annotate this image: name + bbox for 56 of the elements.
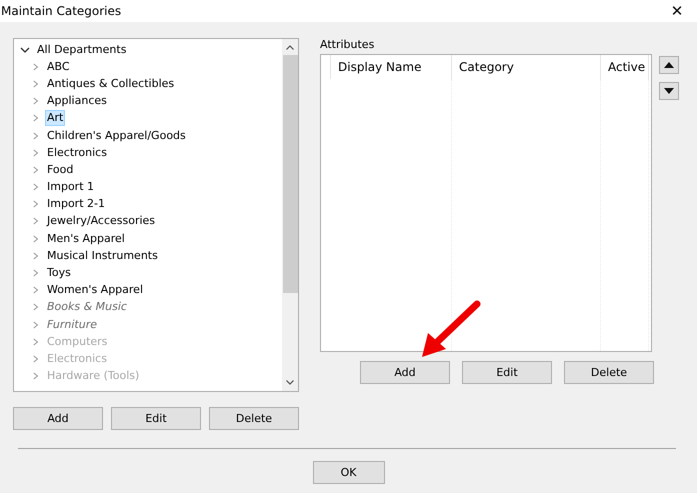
tree-item[interactable]: Import 2-1 bbox=[45, 196, 107, 212]
tree-item[interactable]: Appliances bbox=[45, 93, 109, 110]
delete-button[interactable]: Delete bbox=[564, 361, 654, 384]
chevron-down-icon[interactable] bbox=[20, 46, 30, 53]
tree-item[interactable]: Food bbox=[45, 162, 76, 178]
chevron-right-icon[interactable] bbox=[33, 285, 39, 296]
tree-item[interactable]: Musical Instruments bbox=[45, 248, 160, 264]
edit-button[interactable]: Edit bbox=[111, 407, 201, 430]
add-button[interactable]: Add bbox=[360, 361, 450, 384]
tree-item[interactable]: Import 1 bbox=[45, 179, 96, 196]
chevron-right-icon[interactable] bbox=[33, 62, 39, 72]
scroll-down-icon[interactable] bbox=[286, 380, 294, 385]
column-header[interactable]: Active bbox=[601, 55, 649, 79]
column-header[interactable]: Category bbox=[452, 55, 601, 79]
column-header[interactable]: Display Name bbox=[331, 55, 452, 79]
chevron-right-icon[interactable] bbox=[33, 113, 39, 124]
tree-item[interactable]: Toys bbox=[45, 265, 73, 282]
chevron-right-icon[interactable] bbox=[33, 130, 39, 141]
tree-item[interactable]: Electronics bbox=[45, 144, 109, 161]
ok-button[interactable]: OK bbox=[312, 461, 384, 484]
move-down-button[interactable] bbox=[659, 82, 679, 100]
chevron-right-icon[interactable] bbox=[33, 199, 39, 210]
chevron-right-icon[interactable] bbox=[33, 336, 39, 347]
chevron-right-icon[interactable] bbox=[33, 148, 39, 158]
chevron-right-icon[interactable] bbox=[33, 182, 39, 192]
tree-item[interactable]: All Departments bbox=[35, 42, 128, 58]
edit-button[interactable]: Edit bbox=[462, 361, 552, 384]
triangle-up-icon bbox=[664, 62, 674, 68]
chevron-right-icon[interactable] bbox=[33, 354, 39, 364]
add-button[interactable]: Add bbox=[13, 407, 103, 430]
scrollbar-thumb[interactable] bbox=[282, 55, 298, 293]
chevron-right-icon[interactable] bbox=[33, 250, 39, 261]
attributes-label: Attributes bbox=[320, 38, 376, 53]
chevron-right-icon[interactable] bbox=[33, 268, 39, 278]
triangle-down-icon bbox=[664, 88, 674, 94]
tree-item[interactable]: Men's Apparel bbox=[45, 230, 127, 247]
chevron-right-icon[interactable] bbox=[33, 371, 39, 382]
chevron-right-icon[interactable] bbox=[33, 302, 39, 312]
delete-button[interactable]: Delete bbox=[209, 407, 299, 430]
close-button[interactable]: ✕ bbox=[663, 0, 691, 22]
tree-item[interactable]: ABC bbox=[45, 58, 72, 75]
window-title: Maintain Categories bbox=[0, 4, 122, 18]
chevron-right-icon[interactable] bbox=[33, 78, 39, 89]
tree-item[interactable]: Children's Apparel/Goods bbox=[45, 128, 188, 144]
chevron-right-icon[interactable] bbox=[33, 216, 39, 226]
tree-item[interactable]: Jewelry/Accessories bbox=[45, 213, 158, 230]
scroll-up-icon[interactable] bbox=[286, 45, 294, 50]
tree-item[interactable]: Women's Apparel bbox=[45, 282, 146, 298]
tree-item[interactable]: Antiques & Collectibles bbox=[45, 76, 176, 92]
chevron-right-icon[interactable] bbox=[33, 164, 39, 175]
move-up-button[interactable] bbox=[659, 56, 679, 74]
chevron-right-icon[interactable] bbox=[33, 96, 39, 106]
scrollbar[interactable] bbox=[282, 39, 298, 391]
tree-item[interactable]: Art bbox=[45, 110, 66, 126]
chevron-right-icon[interactable] bbox=[33, 320, 39, 330]
chevron-right-icon[interactable] bbox=[33, 234, 39, 244]
